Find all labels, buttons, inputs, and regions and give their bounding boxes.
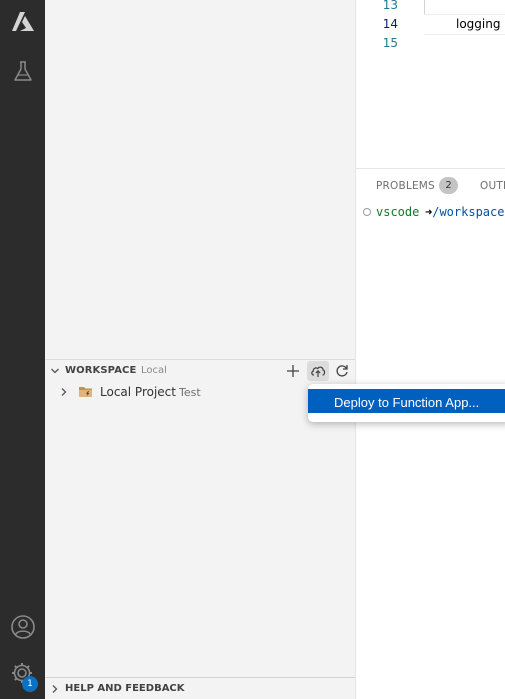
settings-badge: 1 [22, 676, 38, 692]
workspace-subtitle: Local [141, 365, 167, 376]
add-button[interactable] [282, 361, 304, 381]
problems-count-badge: 2 [439, 177, 458, 194]
terminal-prompt: ➜/workspace [425, 205, 504, 219]
workspace-title: WORKSPACE [65, 365, 137, 376]
azure-icon[interactable] [0, 2, 45, 42]
deploy-button[interactable] [307, 361, 329, 381]
line-number: 15 [382, 36, 398, 50]
code-line[interactable]: logging [456, 17, 500, 31]
chevron-right-icon[interactable] [50, 684, 60, 694]
indent-guide [424, 0, 425, 14]
section-divider [45, 359, 355, 360]
account-icon[interactable] [0, 607, 45, 647]
terminal-status-icon [363, 208, 371, 216]
tab-output[interactable]: OUTPUT [480, 180, 505, 192]
menu-item-deploy-label: Deploy to Function App... [334, 395, 480, 410]
line-number: 14 [382, 17, 398, 31]
tree-item-description: Test [179, 386, 201, 399]
terminal-user: vscode [376, 205, 420, 219]
refresh-button[interactable] [331, 361, 353, 381]
activity-bar [0, 0, 45, 699]
tab-problems[interactable]: PROBLEMS [376, 180, 435, 192]
help-feedback-header[interactable]: HELP AND FEEDBACK [65, 683, 185, 694]
terminal-path: /workspace [432, 205, 505, 219]
chevron-down-icon[interactable] [50, 366, 60, 376]
chevron-right-icon[interactable] [59, 387, 69, 397]
testing-flask-icon[interactable] [0, 51, 45, 91]
section-divider [45, 677, 355, 678]
cloud-upload-icon [311, 366, 326, 377]
line-number: 13 [382, 0, 398, 12]
refresh-icon [336, 365, 348, 377]
tree-item-label: Local Project [100, 385, 176, 399]
side-bar [45, 0, 355, 699]
panel-border [356, 168, 505, 169]
function-folder-icon [79, 387, 92, 397]
add-icon [287, 365, 299, 377]
